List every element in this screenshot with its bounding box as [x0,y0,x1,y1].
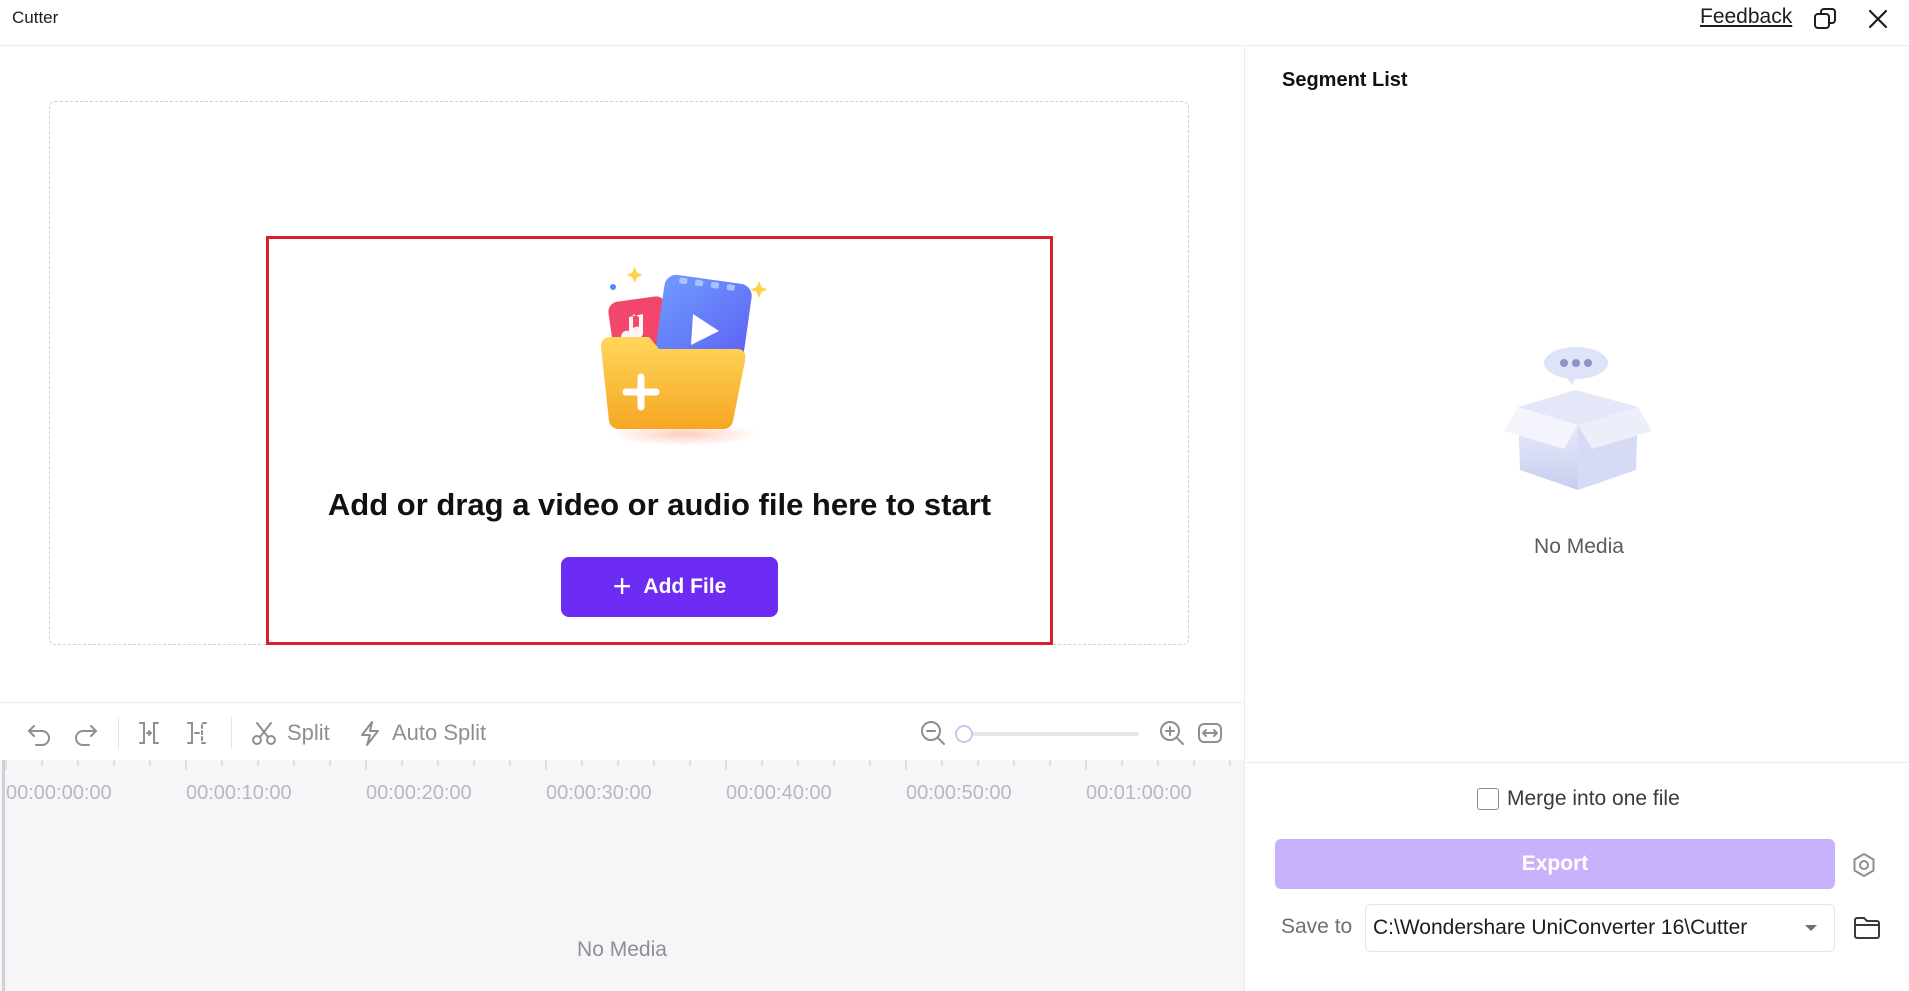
merge-checkbox-row[interactable]: Merge into one file [1477,787,1680,811]
save-to-label: Save to [1281,915,1353,938]
add-file-button[interactable]: + Add File [561,557,778,617]
plus-icon: + [612,567,632,604]
add-file-label: Add File [643,575,727,598]
timeline-tick-label: 00:00:40:00 [726,782,832,804]
timeline-tick-label: 00:00:10:00 [186,782,292,804]
toolbar-divider [231,717,232,749]
timeline-tick-label: 00:00:30:00 [546,782,652,804]
cutter-app: Cutter Feedback Add or drag a video or a… [0,0,1909,991]
merge-label: Merge into one file [1507,787,1680,810]
fit-timeline-icon[interactable] [1196,719,1224,747]
timeline-tick-label: 00:00:20:00 [366,782,472,804]
segment-list-title: Segment List [1282,69,1408,91]
feedback-link[interactable]: Feedback [1700,5,1792,29]
chevron-down-icon [1805,925,1817,931]
merge-checkbox[interactable] [1477,788,1499,810]
drop-message: Add or drag a video or audio file here t… [327,487,992,522]
media-folder-add-icon [589,259,779,449]
zoom-in-icon[interactable] [1158,719,1186,747]
zoom-slider-handle[interactable] [955,725,973,743]
timeline-tick-label: 00:00:00:00 [6,782,112,804]
upload-prompt: Add or drag a video or audio file here t… [266,236,1053,645]
segment-empty-text: No Media [1534,535,1624,558]
restore-window-icon[interactable] [1811,5,1839,33]
timeline-tick-label: 00:00:50:00 [906,782,1012,804]
folder-icon[interactable] [1852,914,1882,942]
redo-icon[interactable] [72,719,100,747]
drop-zone[interactable]: Add or drag a video or audio file here t… [49,101,1189,645]
scissors-icon[interactable] [250,719,278,747]
title-bar: Cutter Feedback [0,0,1909,46]
save-path-value: C:\Wondershare UniConverter 16\Cutter [1373,916,1748,939]
undo-icon[interactable] [25,719,53,747]
timeline-empty-text: No Media [577,938,667,961]
segment-panel: Segment List No Media Merge into one fil… [1244,47,1909,991]
editor-area: Add or drag a video or audio file here t… [0,47,1244,991]
close-icon[interactable] [1864,5,1892,33]
mark-out-icon[interactable] [183,719,211,747]
zoom-out-icon[interactable] [919,719,947,747]
timeline-tick-label: 00:01:00:00 [1086,782,1192,804]
timeline[interactable]: 00:00:00:00 00:00:10:00 00:00:20:00 00:00:3… [0,760,1244,991]
split-button[interactable]: Split [287,720,330,746]
lightning-icon[interactable] [356,719,384,747]
auto-split-button[interactable]: Auto Split [392,720,486,746]
window-title: Cutter [12,8,59,27]
toolbar-divider [118,717,119,749]
timeline-toolbar: Split Auto Split [0,702,1244,760]
export-panel: Merge into one file Export Save to C:\Wo… [1245,762,1909,991]
settings-icon[interactable] [1850,851,1878,879]
export-button[interactable]: Export [1275,839,1835,889]
save-path-dropdown[interactable]: C:\Wondershare UniConverter 16\Cutter [1365,904,1835,952]
empty-box-icon [1498,345,1658,495]
zoom-slider-track[interactable] [964,732,1139,736]
mark-in-icon[interactable] [135,719,163,747]
